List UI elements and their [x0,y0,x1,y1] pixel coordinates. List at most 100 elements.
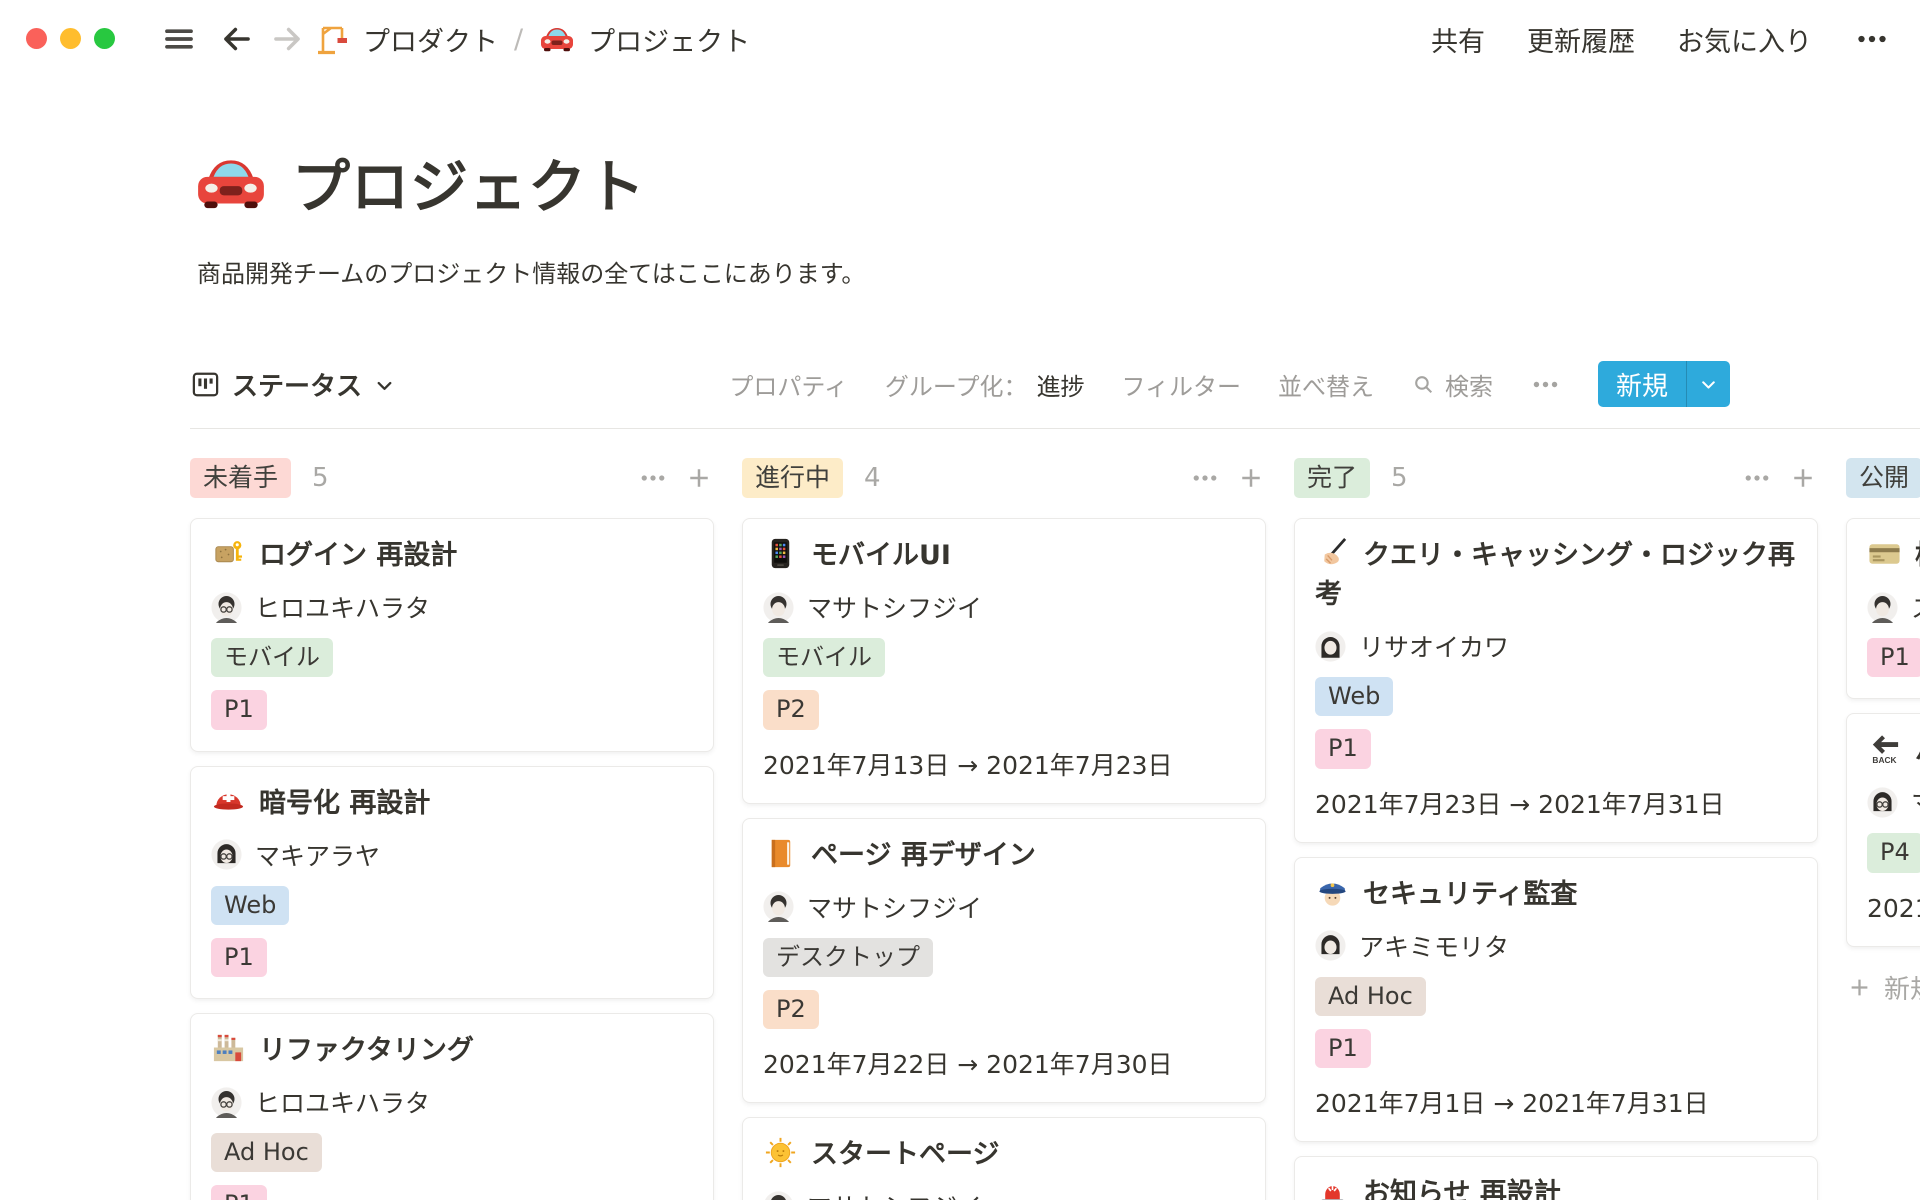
more-options-icon[interactable] [1854,21,1890,57]
card-assignee-name: リサオイカワ [1359,628,1509,664]
card[interactable]: セキュリティ監査アキミモリタAd HocP12021年7月1日 → 2021年7… [1294,857,1818,1143]
column-more-icon[interactable] [638,463,668,493]
column-add-icon[interactable] [684,463,714,493]
card-assignee-row: マサトシフジイ [763,1188,1245,1200]
tag: デスクトップ [763,938,933,977]
filter-button[interactable]: フィルター [1121,367,1241,402]
card-date: 2021年7月13日 → 2021年7月23日 [763,746,1245,782]
column-add-icon[interactable] [1788,463,1818,493]
new-button[interactable]: 新規 [1598,361,1730,407]
card[interactable]: BACKバマP42021年 [1846,713,1920,946]
toolbar-divider [190,428,1920,429]
card-title-text: お知らせ 再設計 [1363,1178,1561,1200]
favorite-button[interactable]: お気に入り [1677,20,1812,59]
properties-button[interactable]: プロパティ [729,367,848,402]
card-title-text: リファクタリング [259,1035,474,1066]
close-window-button[interactable] [26,28,47,49]
column-more-icon[interactable] [1742,463,1772,493]
breadcrumb-item-project[interactable]: プロジェクト [588,20,750,59]
column-count: 5 [312,463,329,493]
card-title: お知らせ 再設計 [1315,1174,1797,1200]
card-title-text: バ [1915,735,1920,766]
card-assignee-name: アキミモリタ [1359,928,1509,964]
column-status-badge[interactable]: 完了 [1294,458,1370,497]
new-button-label: 新規 [1598,361,1686,407]
new-button-dropdown[interactable] [1686,361,1730,407]
card-title: BACKバ [1867,731,1920,770]
board-column: 公開権スP1BACKバマP42021年新規 [1846,452,1920,1200]
page-description: 商品開発チームのプロジェクト情報の全てはここにあります。 [197,254,865,289]
minimize-window-button[interactable] [60,28,81,49]
page-icon-car[interactable] [194,146,268,220]
breadcrumb: プロダクト / プロジェクト [314,16,750,62]
card[interactable]: ログイン 再設計ヒロユキハラタモバイルP1 [190,518,714,752]
page-title: プロジェクト [292,140,646,224]
siren-icon [1315,1174,1350,1200]
writing-icon [1315,536,1350,571]
avatar [763,592,794,623]
card-title-text: クエリ・キャッシング・ロジック再考 [1315,540,1795,610]
search-button[interactable]: 検索 [1411,367,1493,402]
avatar [1867,787,1898,818]
chevron-down-icon [373,374,396,397]
tag: P1 [211,690,267,729]
phone-icon [763,536,798,571]
column-add-icon[interactable] [1236,463,1266,493]
breadcrumb-separator: / [511,24,526,55]
zoom-window-button[interactable] [94,28,115,49]
updates-button[interactable]: 更新履歴 [1527,20,1635,59]
card-title: ページ 再デザイン [763,836,1245,875]
view-more-icon[interactable] [1530,369,1561,400]
card-title-text: セキュリティ監査 [1363,879,1577,910]
tag: Ad Hoc [211,1133,322,1172]
column-status-badge[interactable]: 未着手 [190,458,291,497]
card-assignee-row: マキアラヤ [211,837,693,873]
tag: P1 [211,938,267,977]
tag: P4 [1867,833,1920,872]
card-title: モバイルUI [763,536,1245,575]
card-title-text: 暗号化 再設計 [259,788,430,819]
view-switcher[interactable]: ステータス [190,366,396,403]
group-by-button[interactable]: グループ化： 進捗 [885,367,1085,402]
card[interactable]: スタートページマサトシフジイ [742,1117,1266,1200]
card-assignee-row: マサトシフジイ [763,889,1245,925]
card-title: 暗号化 再設計 [211,784,693,823]
column-header: 公開 [1846,452,1920,504]
card[interactable]: ページ 再デザインマサトシフジイデスクトップP22021年7月22日 → 202… [742,818,1266,1104]
crane-icon [314,21,350,57]
card-title-text: ログイン 再設計 [259,540,457,571]
add-card-button[interactable]: 新規 [1846,969,1920,1006]
nav-back-icon[interactable] [218,20,256,58]
creditcard-icon [1867,536,1902,571]
card[interactable]: モバイルUIマサトシフジイモバイルP22021年7月13日 → 2021年7月2… [742,518,1266,804]
column-status-badge[interactable]: 公開 [1846,458,1920,497]
tag: Ad Hoc [1315,977,1426,1016]
share-button[interactable]: 共有 [1431,20,1485,59]
sort-button[interactable]: 並べ替え [1278,367,1374,402]
avatar [1315,631,1346,662]
card-title: スタートページ [763,1135,1245,1174]
card-date: 2021年7月22日 → 2021年7月30日 [763,1045,1245,1081]
nav-forward-icon[interactable] [268,20,306,58]
book-icon [763,836,798,871]
card-date: 2021年 [1867,889,1920,925]
sidebar-menu-icon[interactable] [158,22,200,56]
card[interactable]: 権スP1 [1846,518,1920,699]
view-toolbar: ステータス プロパティ グループ化： 進捗 フィルター 並べ替え 検索 新規 [190,356,1730,412]
column-status-badge[interactable]: 進行中 [742,458,843,497]
card[interactable]: リファクタリングヒロユキハラタAd HocP1 [190,1013,714,1200]
column-more-icon[interactable] [1190,463,1220,493]
tag: P2 [763,690,819,729]
card-title: 権 [1867,536,1920,575]
card[interactable]: お知らせ 再設計 [1294,1156,1818,1200]
breadcrumb-item-product[interactable]: プロダクト [363,20,498,59]
tag: Web [1315,677,1393,716]
card-title-text: モバイルUI [811,540,951,571]
card-title: リファクタリング [211,1031,693,1070]
card[interactable]: 暗号化 再設計マキアラヤWebP1 [190,766,714,1000]
card-assignee-row: マサトシフジイ [763,589,1245,625]
card[interactable]: クエリ・キャッシング・ロジック再考リサオイカワWebP12021年7月23日 →… [1294,518,1818,843]
card-title-text: スタートページ [811,1139,999,1170]
column-count: 5 [1391,463,1408,493]
board-column: 未着手5ログイン 再設計ヒロユキハラタモバイルP1暗号化 再設計マキアラヤWeb… [190,452,714,1200]
